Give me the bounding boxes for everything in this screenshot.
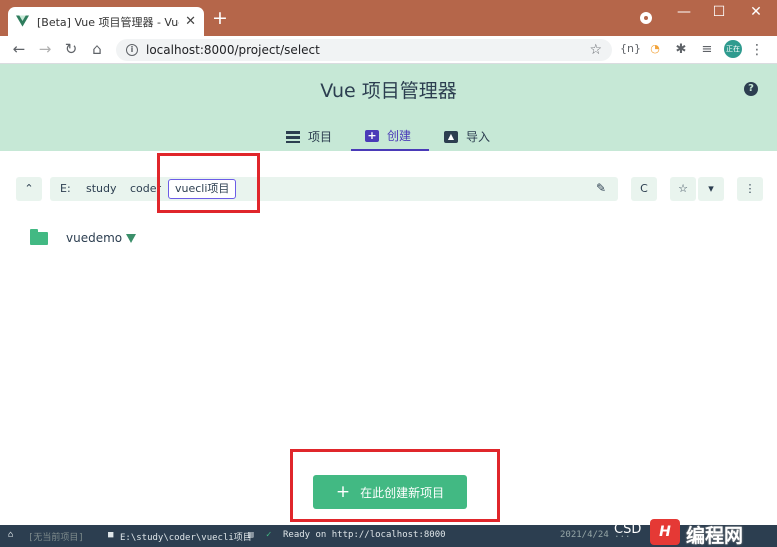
path-breadcrumb[interactable]: E: study coder vuecli项目 — [50, 177, 618, 201]
home-icon[interactable]: ⌂ — [8, 530, 13, 540]
tab-projects[interactable]: 项目 — [286, 122, 332, 151]
favorites-dropdown-button[interactable]: ▾ — [698, 177, 724, 201]
watermark-logo: H — [650, 519, 680, 545]
chrome-menu-icon[interactable]: ⋮ — [748, 42, 766, 58]
breadcrumb-item[interactable]: E: — [60, 177, 71, 201]
reload-icon[interactable]: ↻ — [62, 40, 80, 58]
browser-tab-title: [Beta] Vue 项目管理器 - Vue Cl — [37, 15, 179, 29]
home-icon[interactable]: ⌂ — [88, 40, 106, 58]
tab-label: 导入 — [466, 130, 491, 144]
window-maximize-button[interactable]: ☐ — [707, 4, 731, 20]
tab-import[interactable]: ▲ 导入 — [444, 122, 490, 151]
window-minimize-button[interactable]: — — [672, 4, 696, 20]
address-bar[interactable]: i localhost:8000/project/select ☆ — [116, 39, 612, 61]
folder-name: vuedemo — [66, 231, 123, 245]
console-icon[interactable]: ▤ — [248, 530, 253, 540]
address-url: localhost:8000/project/select — [146, 43, 320, 57]
site-info-icon[interactable]: i — [126, 44, 138, 56]
list-icon — [286, 130, 300, 143]
help-icon[interactable]: ? — [744, 82, 758, 96]
refresh-circle-icon[interactable]: ◔ — [646, 42, 664, 55]
annotation-box-create — [290, 449, 500, 522]
project-tabs: 项目 + 创建 ▲ 导入 — [0, 122, 777, 151]
forward-arrow-icon[interactable]: → — [36, 40, 54, 58]
watermark-text: 编程网 — [686, 525, 744, 547]
import-icon: ▲ — [444, 130, 458, 143]
app-header: Vue 项目管理器 ? 项目 + 创建 ▲ 导入 — [0, 64, 777, 151]
folder-explorer-toolbar: ⌃ E: study coder vuecli项目 ✎ C ☆ ▾ ⋮ — [0, 151, 777, 226]
browser-toolbar: ← → ↻ ⌂ i localhost:8000/project/select … — [0, 36, 777, 64]
folder-list-item[interactable]: vuedemo — [30, 226, 137, 250]
annotation-box-path — [157, 153, 260, 213]
browser-tab-strip: [Beta] Vue 项目管理器 - Vue Cl ✕ + — ☐ ✕ — [0, 0, 777, 36]
bookmark-star-icon[interactable]: ☆ — [589, 42, 602, 58]
tab-close-icon[interactable]: ✕ — [185, 14, 196, 29]
tab-label: 创建 — [387, 129, 412, 143]
profile-avatar[interactable]: 正在 — [724, 40, 742, 58]
plus-box-icon: + — [365, 129, 379, 142]
browser-tab[interactable]: [Beta] Vue 项目管理器 - Vue Cl ✕ — [8, 7, 204, 36]
tab-create[interactable]: + 创建 — [351, 122, 429, 151]
refresh-folder-button[interactable]: C — [631, 177, 657, 201]
tab-label: 项目 — [308, 130, 333, 144]
extension-n-icon[interactable]: {n} — [620, 42, 641, 55]
reading-list-icon[interactable]: ≡ — [698, 42, 716, 57]
folder-up-button[interactable]: ⌃ — [16, 177, 42, 201]
edit-path-pencil-icon[interactable]: ✎ — [596, 181, 606, 195]
watermark-csdn: CSD — [614, 522, 642, 537]
console-log[interactable]: Ready on http://localhost:8000 — [283, 530, 446, 540]
back-arrow-icon[interactable]: ← — [10, 40, 28, 58]
window-close-button[interactable]: ✕ — [744, 4, 768, 20]
current-project-label[interactable]: [无当前项目] — [28, 530, 84, 543]
vue-logo-icon — [126, 233, 137, 243]
more-options-button[interactable]: ⋮ — [737, 177, 763, 201]
puzzle-extensions-icon[interactable]: ✱ — [672, 42, 690, 57]
new-tab-button[interactable]: + — [212, 8, 228, 28]
folder-icon: ■ — [108, 530, 114, 540]
favorite-star-button[interactable]: ☆ — [670, 177, 696, 201]
check-icon: ✓ — [266, 530, 272, 540]
breadcrumb-item[interactable]: study — [86, 177, 117, 201]
folder-icon — [30, 228, 48, 245]
page-title: Vue 项目管理器 — [320, 80, 457, 102]
vue-favicon-icon — [16, 15, 29, 27]
profile-extension-icon[interactable] — [640, 12, 652, 24]
current-path[interactable]: E:\study\coder\vuecli项目 — [120, 530, 252, 543]
